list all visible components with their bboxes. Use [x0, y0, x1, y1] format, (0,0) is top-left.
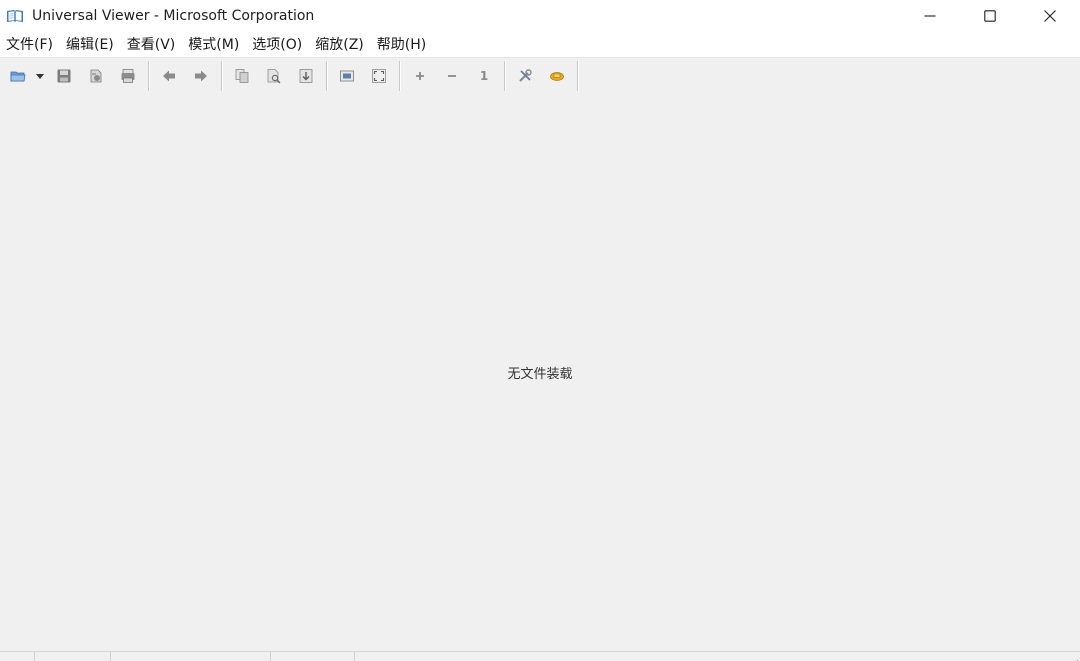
folder-open-icon: [10, 71, 26, 82]
find-next-button[interactable]: [295, 65, 317, 87]
copy-icon: [235, 69, 249, 83]
status-pane: [0, 652, 35, 661]
toolbar-separator: [504, 61, 505, 91]
toolbar-separator: [148, 61, 149, 91]
save-button[interactable]: [53, 65, 75, 87]
open-file-button[interactable]: [7, 65, 29, 87]
menu-view[interactable]: 查看(V): [123, 32, 185, 58]
app-window: Universal Viewer - Microsoft Corporation…: [0, 0, 1080, 661]
open-recent-dropdown-button[interactable]: [34, 65, 46, 87]
no-file-message: 无文件装载: [507, 367, 573, 382]
zoom-out-button[interactable]: [441, 65, 463, 87]
menu-file[interactable]: 文件(F): [2, 32, 62, 58]
status-pane: [35, 652, 111, 661]
tools-icon: [519, 69, 532, 82]
toolbar-separator: [221, 61, 222, 91]
zoom-original-button[interactable]: 1: [473, 65, 495, 87]
close-icon: [1044, 10, 1056, 22]
print-button[interactable]: [117, 65, 139, 87]
find-icon: [267, 69, 281, 84]
arrow-right-icon: [195, 70, 207, 82]
book-icon: [6, 8, 24, 24]
toolbar-separator: [326, 61, 327, 91]
plugins-button[interactable]: [546, 65, 568, 87]
resize-grip-icon[interactable]: [1071, 652, 1079, 661]
minus-icon: [448, 75, 456, 77]
plugin-icon: [550, 72, 564, 81]
fit-window-button[interactable]: [336, 65, 358, 87]
print-preview-button[interactable]: [85, 65, 107, 87]
zoom-in-button[interactable]: [409, 65, 431, 87]
window-title: Universal Viewer - Microsoft Corporation: [32, 8, 315, 24]
menu-help[interactable]: 帮助(H): [373, 32, 435, 58]
arrow-left-icon: [163, 70, 175, 82]
dropdown-arrow-icon: [36, 74, 44, 79]
fullscreen-button[interactable]: [368, 65, 390, 87]
menu-options[interactable]: 选项(O): [248, 32, 311, 58]
status-pane: [111, 652, 271, 661]
toolbar-separator: [577, 61, 578, 91]
maximize-button[interactable]: [960, 0, 1020, 32]
minimize-icon: [924, 15, 936, 17]
maximize-icon: [984, 10, 996, 22]
print-setup-icon: [90, 69, 102, 83]
toolbar-separator: [399, 61, 400, 91]
copy-button[interactable]: [231, 65, 253, 87]
plus-icon: [416, 72, 424, 80]
menu-mode[interactable]: 模式(M): [184, 32, 248, 58]
find-next-icon: [299, 69, 313, 83]
find-button[interactable]: [263, 65, 285, 87]
title-bar[interactable]: Universal Viewer - Microsoft Corporation: [0, 0, 1080, 32]
menu-bar: 文件(F) 编辑(E) 查看(V) 模式(M) 选项(O) 缩放(Z) 帮助(H…: [0, 32, 1080, 58]
status-bar: [0, 651, 1080, 661]
viewer-area[interactable]: 无文件装载: [0, 93, 1080, 651]
fit-window-icon: [340, 70, 354, 82]
window-controls: [900, 0, 1080, 32]
fullscreen-icon: [372, 69, 386, 83]
save-icon: [57, 69, 71, 83]
toolbar: 1: [0, 59, 1080, 93]
next-file-button[interactable]: [190, 65, 212, 87]
options-button[interactable]: [514, 65, 536, 87]
menu-edit[interactable]: 编辑(E): [62, 32, 123, 58]
printer-icon: [121, 69, 135, 83]
menu-zoom[interactable]: 缩放(Z): [311, 32, 373, 58]
status-pane: [271, 652, 355, 661]
minimize-button[interactable]: [900, 0, 960, 32]
close-button[interactable]: [1020, 0, 1080, 32]
zoom-original-label: 1: [479, 69, 489, 83]
previous-file-button[interactable]: [158, 65, 180, 87]
